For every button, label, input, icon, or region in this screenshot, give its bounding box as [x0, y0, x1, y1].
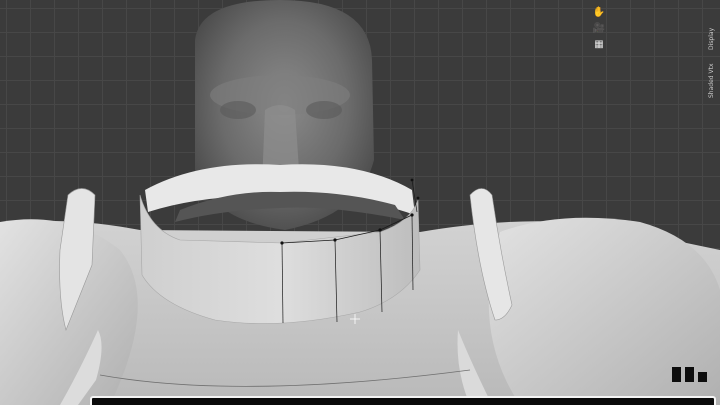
- model-vertex[interactable]: [378, 228, 382, 232]
- 3d-viewport[interactable]: ✋ 🎥 ▦ Display Shaded Vtx: [0, 0, 720, 405]
- model-vertex[interactable]: [410, 213, 414, 217]
- sculpt-model[interactable]: [0, 0, 720, 405]
- model-vertex[interactable]: [416, 196, 420, 200]
- view-toggle-block-icon: [672, 367, 681, 382]
- side-label-shaded[interactable]: Shaded Vtx: [708, 63, 715, 98]
- timeline-bar[interactable]: [90, 396, 716, 405]
- grid-view-icon[interactable]: ▦: [592, 38, 606, 52]
- model-vertex[interactable]: [333, 238, 337, 242]
- side-label-display[interactable]: Display: [708, 28, 715, 50]
- model-face-eye-right: [306, 101, 342, 119]
- model-vertex[interactable]: [280, 241, 284, 245]
- view-toggle-block-icon: [698, 372, 707, 382]
- model-vertex[interactable]: [410, 178, 414, 182]
- view-toggle-button[interactable]: [672, 367, 712, 385]
- side-panel-labels: Display Shaded Vtx: [708, 20, 720, 98]
- camera-icon[interactable]: 🎥: [592, 22, 606, 36]
- hand-pan-icon[interactable]: ✋: [592, 6, 606, 20]
- model-face-eye-left: [220, 101, 256, 119]
- view-toggle-block-icon: [685, 367, 694, 382]
